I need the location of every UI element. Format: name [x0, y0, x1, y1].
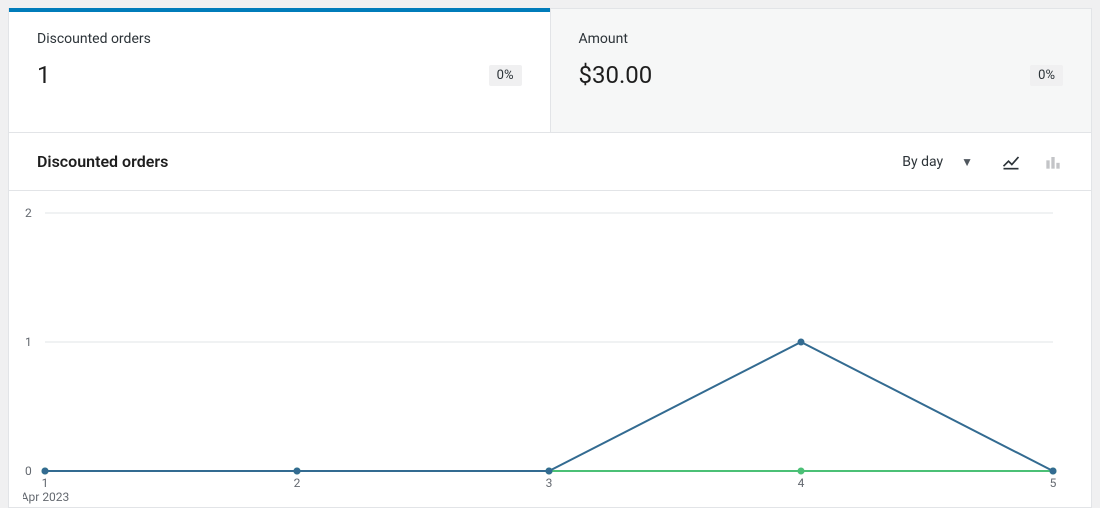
svg-text:5: 5	[1050, 476, 1057, 490]
svg-text:4: 4	[798, 476, 805, 490]
tab-discounted-orders[interactable]: Discounted orders 1 0%	[9, 9, 550, 132]
tab-label: Amount	[579, 31, 1064, 47]
metric-tabs: Discounted orders 1 0% Amount $30.00 0%	[9, 9, 1091, 133]
chart-body: 01212345Apr 2023	[9, 193, 1091, 507]
report-card: Discounted orders 1 0% Amount $30.00 0% …	[8, 8, 1092, 508]
tab-delta-badge: 0%	[1030, 65, 1063, 86]
svg-text:1: 1	[42, 476, 49, 490]
svg-text:1: 1	[25, 335, 32, 349]
chart-title: Discounted orders	[37, 152, 902, 171]
chevron-down-icon: ▼	[961, 155, 973, 169]
svg-text:Apr 2023: Apr 2023	[23, 490, 69, 504]
svg-text:0: 0	[25, 464, 32, 478]
interval-label: By day	[902, 154, 943, 170]
interval-dropdown[interactable]: By day ▼	[902, 154, 973, 170]
svg-text:2: 2	[25, 206, 32, 220]
tab-delta-badge: 0%	[489, 65, 522, 86]
chart-header: Discounted orders By day ▼	[9, 133, 1091, 191]
line-chart: 01212345Apr 2023	[23, 203, 1063, 507]
tab-value: $30.00	[579, 61, 653, 89]
tab-value: 1	[37, 61, 51, 89]
svg-text:2: 2	[294, 476, 301, 490]
svg-text:3: 3	[546, 476, 553, 490]
bar-chart-icon[interactable]	[1043, 152, 1063, 172]
tab-label: Discounted orders	[37, 31, 522, 47]
line-chart-icon[interactable]	[1001, 152, 1021, 172]
tab-amount[interactable]: Amount $30.00 0%	[550, 9, 1092, 132]
